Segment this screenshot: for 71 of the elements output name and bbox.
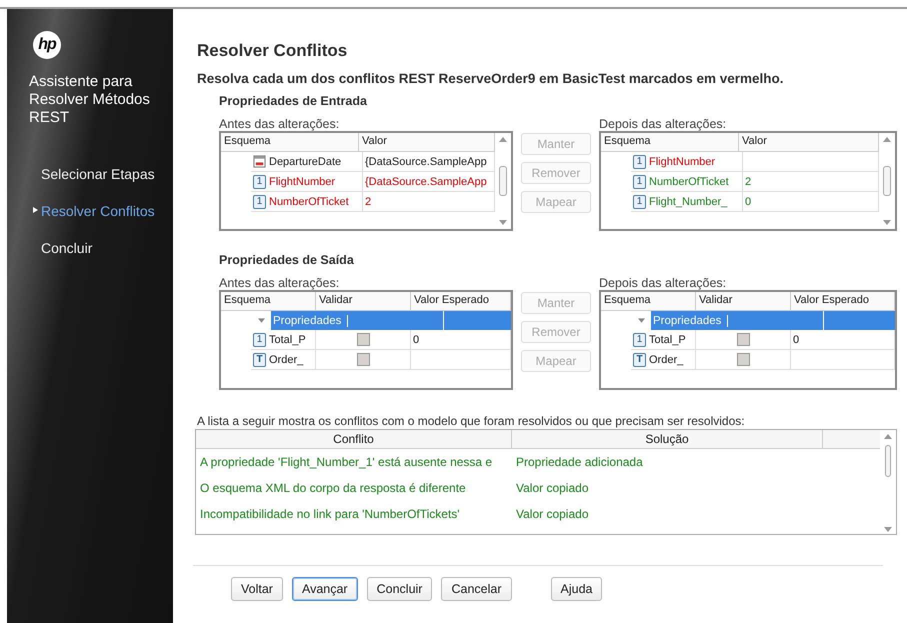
instructions: Resolva cada um dos conflitos REST ReserveOrder9 em BasicTest marcados em vermelho. [197,71,784,86]
calendar-icon [253,155,266,168]
table-cell-text: O esquema XML do corpo da resposta é diferente [199,480,467,497]
column-header: Esquema [221,133,359,151]
collapse-caret-icon[interactable] [638,318,644,323]
table-cell: 1 Total_P [251,330,316,350]
grid-label: Depois das alterações: [599,117,728,131]
scroll-up-icon[interactable] [883,137,891,142]
column-header: Conflito [196,430,512,448]
table-cell: DepartureDate [251,152,363,172]
tree-row[interactable]: Propriedades [271,311,511,330]
type-icon: 1 [633,154,646,168]
grid-label: Depois das alterações: [599,276,728,290]
collapse-caret-icon[interactable] [258,318,264,323]
scroll-thumb[interactable] [883,166,891,196]
table-cell-text: Incompatibilidade no link para 'NumberOfTickets' [199,506,461,523]
section-title: Propriedades de Entrada [219,94,368,108]
pointer-icon [33,207,38,213]
table-cell: 0 [791,330,895,350]
table-cell: 1 NumberOfTicket [251,192,363,212]
column-header: Validar [316,292,411,310]
table-cell: 1 FlightNumber [251,172,363,192]
wizard-step[interactable]: Resolver Conflitos [29,202,173,221]
footer-button[interactable]: Avançar [292,577,358,601]
section-title: Propriedades de Saída [219,253,355,267]
table-cell-text: Valor copiado [515,480,590,497]
type-icon: 1 [253,194,266,208]
wizard-step[interactable]: Concluir [29,239,173,258]
wizard-title: Assistente para Resolver Métodos REST [29,73,151,127]
table-cell: T Order_ [251,350,316,370]
footer-button[interactable]: Cancelar [441,577,512,601]
column-header: Solução [512,430,823,448]
type-icon: 1 [633,194,646,208]
type-icon: T [633,352,646,366]
column-header: Valor Esperado [791,292,895,310]
table-cell: 1 Total_P [631,330,696,350]
scroll-thumb[interactable] [885,445,891,477]
type-icon: T [253,352,266,366]
table-cell: 0 [411,330,511,350]
column-header: Validar [696,292,791,310]
footer-button[interactable]: Voltar [231,577,283,601]
scroll-down-icon[interactable] [499,220,507,225]
type-icon: 1 [253,174,266,188]
scroll-down-icon[interactable] [883,220,891,225]
scroll-thumb[interactable] [499,166,507,196]
column-header: Valor Esperado [411,292,511,310]
column-header: Esquema [601,133,739,151]
column-header: Esquema [221,292,316,310]
footer-button[interactable]: Ajuda [550,577,602,601]
scroll-down-icon[interactable] [884,527,892,532]
table-cell: 1 FlightNumber [631,152,743,172]
table-cell: 1 NumberOfTicket [631,172,743,192]
table-cell-text: Propriedade adicionada [515,454,644,471]
footer-button[interactable]: Concluir [366,577,432,601]
type-icon: 1 [253,332,266,346]
type-icon: 1 [633,174,646,188]
wizard-step[interactable]: Selecionar Etapas [29,165,173,184]
conflicts-caption: A lista a seguir mostra os conflitos com o modelo que foram resolvidos ou que precisam ser resolvidos: [197,414,746,428]
table-cell-text: A propriedade 'Flight_Number_1' está ausente nessa e [199,454,494,471]
grid-label: Antes das alterações: [219,276,340,290]
scroll-up-icon[interactable] [499,137,507,142]
scroll-up-icon[interactable] [884,434,892,439]
column-header: Esquema [601,292,696,310]
table-cell-text: Valor copiado [515,506,590,523]
logo: hp [33,31,61,59]
table-cell: T Order_ [631,350,696,370]
grid-label: Antes das alterações: [219,117,340,131]
type-icon: 1 [633,332,646,346]
tree-row[interactable]: Propriedades [651,311,895,330]
table-cell: 1 Flight_Number_ [631,192,743,212]
page-title: Resolver Conflitos [197,41,348,61]
